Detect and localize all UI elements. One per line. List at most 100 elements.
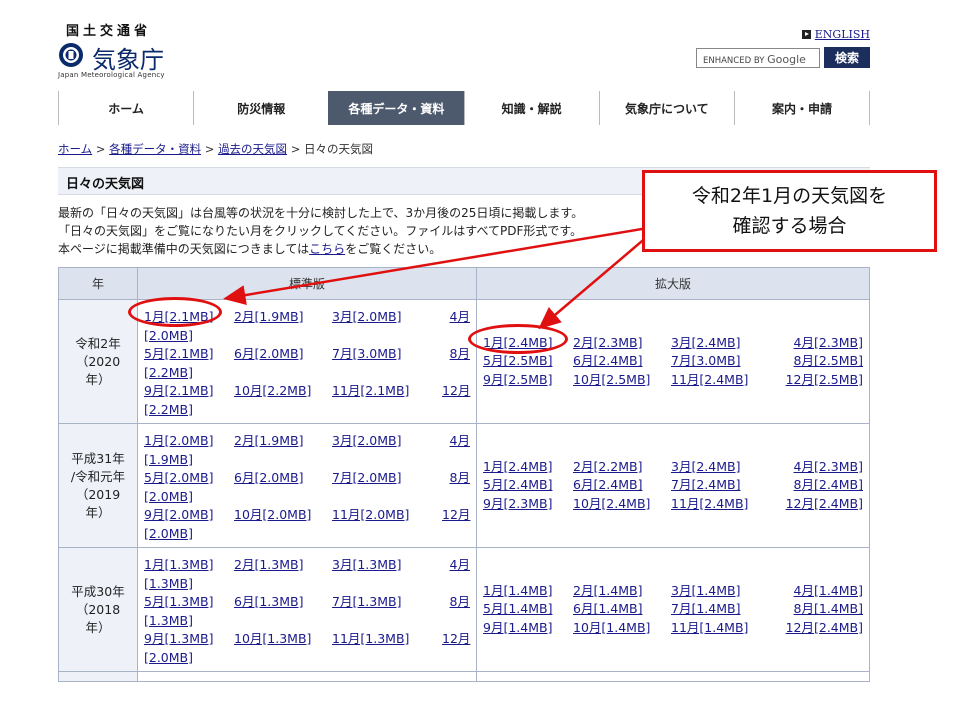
enlarged-month-link[interactable]: 7月[1.4MB]	[671, 601, 740, 616]
standard-month-link[interactable]: [1.9MB]	[144, 452, 193, 467]
enlarged-month-link[interactable]: 10月[1.4MB]	[573, 620, 650, 635]
enlarged-month-link[interactable]: 10月[2.5MB]	[573, 372, 650, 387]
standard-month-link[interactable]: 11月[2.1MB]	[332, 383, 409, 398]
enlarged-month-link[interactable]: 11月[2.4MB]	[671, 496, 748, 511]
enlarged-month-link[interactable]: 3月[2.4MB]	[671, 459, 740, 474]
standard-month-link[interactable]: 3月[1.3MB]	[332, 557, 401, 572]
enlarged-month-link[interactable]: 5月[2.5MB]	[483, 353, 552, 368]
link-cell: [2.2MB]	[144, 364, 470, 383]
link-cell: 12月[2.4MB]	[775, 619, 863, 638]
standard-month-link[interactable]: 11月[1.3MB]	[332, 631, 409, 646]
enlarged-month-link[interactable]: 12月[2.5MB]	[786, 372, 863, 387]
desc-line: 本ページに掲載準備中の天気図につきましてはこちらをご覧ください。	[58, 240, 638, 258]
standard-month-link[interactable]: 12月	[442, 631, 470, 646]
standard-month-link[interactable]: 5月[2.1MB]	[144, 346, 213, 361]
preparing-link[interactable]: こちら	[309, 242, 345, 256]
enlarged-month-link[interactable]: 2月[2.2MB]	[573, 459, 642, 474]
standard-month-link[interactable]: 5月[1.3MB]	[144, 594, 213, 609]
enlarged-month-link[interactable]: 8月[2.5MB]	[794, 353, 863, 368]
standard-month-link[interactable]: 7月[3.0MB]	[332, 346, 401, 361]
standard-month-link[interactable]: [2.2MB]	[144, 365, 193, 380]
nav-about[interactable]: 気象庁について	[598, 91, 734, 125]
standard-month-link[interactable]: 8月	[450, 470, 470, 485]
standard-month-link[interactable]: 12月	[442, 507, 470, 522]
standard-month-link[interactable]: 1月[1.3MB]	[144, 557, 213, 572]
standard-month-link[interactable]: [1.3MB]	[144, 576, 193, 591]
standard-month-link[interactable]: 2月[1.3MB]	[234, 557, 303, 572]
search-input[interactable]: ENHANCED BY Google	[696, 48, 820, 68]
standard-month-link[interactable]: [2.0MB]	[144, 526, 193, 541]
standard-month-link[interactable]: 7月[2.0MB]	[332, 470, 401, 485]
english-link[interactable]: ENGLISH	[815, 28, 870, 41]
enlarged-month-link[interactable]: 7月[3.0MB]	[671, 353, 740, 368]
enlarged-month-link[interactable]: 3月[1.4MB]	[671, 583, 740, 598]
agency-name[interactable]: 気象庁	[92, 40, 164, 75]
standard-month-link[interactable]: 9月[2.1MB]	[144, 383, 213, 398]
link-cell: 8月[2.4MB]	[775, 476, 863, 495]
enlarged-month-link[interactable]: 2月[2.3MB]	[573, 335, 642, 350]
standard-month-link[interactable]: [2.0MB]	[144, 328, 193, 343]
link-cell: 6月[2.4MB]	[573, 352, 671, 371]
enlarged-month-link[interactable]: 11月[2.4MB]	[671, 372, 748, 387]
standard-month-link[interactable]: 7月[1.3MB]	[332, 594, 401, 609]
breadcrumb-home[interactable]: ホーム	[58, 142, 92, 156]
nav-knowledge[interactable]: 知識・解説	[463, 91, 599, 125]
standard-month-link[interactable]: 9月[2.0MB]	[144, 507, 213, 522]
standard-month-link[interactable]: 10月[2.2MB]	[234, 383, 311, 398]
breadcrumb-past[interactable]: 過去の天気図	[218, 142, 287, 156]
nav-disaster[interactable]: 防災情報	[193, 91, 328, 125]
enlarged-month-link[interactable]: 6月[1.4MB]	[573, 601, 642, 616]
enlarged-month-link[interactable]: 10月[2.4MB]	[573, 496, 650, 511]
enlarged-month-link[interactable]: 12月[2.4MB]	[786, 620, 863, 635]
standard-month-link[interactable]: 5月[2.0MB]	[144, 470, 213, 485]
enlarged-month-link[interactable]: 6月[2.4MB]	[573, 477, 642, 492]
standard-month-link[interactable]: 4月	[450, 433, 470, 448]
jma-logo-icon[interactable]	[58, 42, 84, 68]
enlarged-month-link[interactable]: 9月[1.4MB]	[483, 620, 552, 635]
nav-home[interactable]: ホーム	[58, 91, 193, 125]
standard-month-link[interactable]: 8月	[450, 594, 470, 609]
standard-month-link[interactable]: 2月[1.9MB]	[234, 433, 303, 448]
standard-month-link[interactable]: 8月	[450, 346, 470, 361]
enlarged-month-link[interactable]: 2月[1.4MB]	[573, 583, 642, 598]
enlarged-month-link[interactable]: 11月[1.4MB]	[671, 620, 748, 635]
enlarged-month-link[interactable]: 7月[2.4MB]	[671, 477, 740, 492]
standard-month-link[interactable]: [1.3MB]	[144, 613, 193, 628]
year-cell: 令和2年 （2020 年）	[58, 299, 138, 424]
enlarged-month-link[interactable]: 5月[1.4MB]	[483, 601, 552, 616]
standard-month-link[interactable]: 3月[2.0MB]	[332, 433, 401, 448]
enlarged-month-link[interactable]: 4月[1.4MB]	[794, 583, 863, 598]
standard-month-link[interactable]: [2.0MB]	[144, 489, 193, 504]
standard-month-link[interactable]: 11月[2.0MB]	[332, 507, 409, 522]
standard-month-link[interactable]: [2.2MB]	[144, 402, 193, 417]
enlarged-month-link[interactable]: 8月[2.4MB]	[794, 477, 863, 492]
standard-month-link[interactable]: 6月[2.0MB]	[234, 470, 303, 485]
standard-month-link[interactable]: 6月[1.3MB]	[234, 594, 303, 609]
enlarged-month-link[interactable]: 1月[1.4MB]	[483, 583, 552, 598]
standard-month-link[interactable]: 10月[2.0MB]	[234, 507, 311, 522]
standard-month-link[interactable]: 4月	[450, 557, 470, 572]
standard-month-link[interactable]: 6月[2.0MB]	[234, 346, 303, 361]
enlarged-month-link[interactable]: 8月[1.4MB]	[794, 601, 863, 616]
standard-month-link[interactable]: 12月	[442, 383, 470, 398]
enlarged-month-link[interactable]: 6月[2.4MB]	[573, 353, 642, 368]
enlarged-month-link[interactable]: 4月[2.3MB]	[794, 335, 863, 350]
enlarged-month-link[interactable]: 3月[2.4MB]	[671, 335, 740, 350]
nav-guide[interactable]: 案内・申請	[733, 91, 871, 125]
enlarged-month-link[interactable]: 5月[2.4MB]	[483, 477, 552, 492]
search-button[interactable]: 検索	[824, 47, 870, 68]
standard-month-link[interactable]: 10月[1.3MB]	[234, 631, 311, 646]
enlarged-month-link[interactable]: 1月[2.4MB]	[483, 459, 552, 474]
standard-month-link[interactable]: 4月	[450, 309, 470, 324]
standard-month-link[interactable]: 1月[2.0MB]	[144, 433, 213, 448]
enlarged-month-link[interactable]: 9月[2.5MB]	[483, 372, 552, 387]
standard-month-link[interactable]: 3月[2.0MB]	[332, 309, 401, 324]
enlarged-month-link[interactable]: 12月[2.4MB]	[786, 496, 863, 511]
standard-month-link[interactable]: [2.0MB]	[144, 650, 193, 665]
standard-month-link[interactable]: 9月[1.3MB]	[144, 631, 213, 646]
enlarged-month-link[interactable]: 9月[2.3MB]	[483, 496, 552, 511]
standard-month-link[interactable]: 2月[1.9MB]	[234, 309, 303, 324]
nav-data[interactable]: 各種データ・資料	[328, 91, 464, 125]
enlarged-month-link[interactable]: 4月[2.3MB]	[794, 459, 863, 474]
breadcrumb-data[interactable]: 各種データ・資料	[109, 142, 201, 156]
